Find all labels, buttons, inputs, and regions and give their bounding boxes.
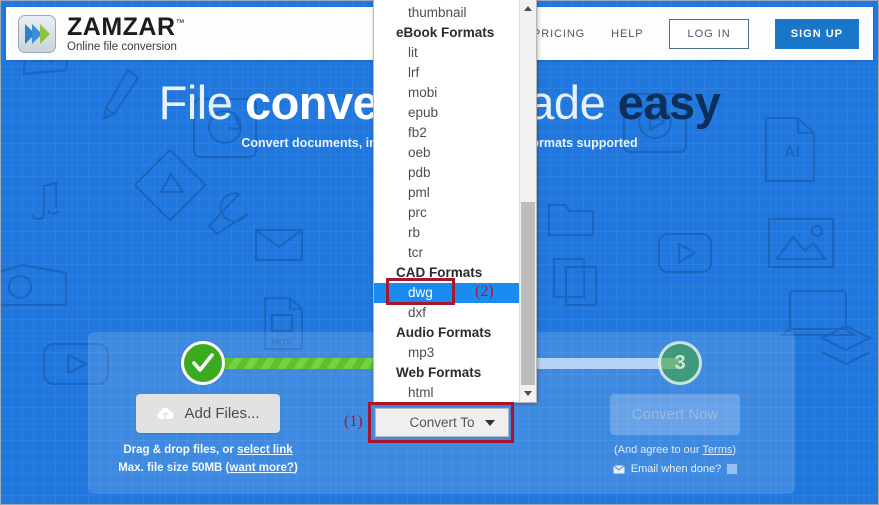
nav-item-pricing[interactable]: PRICING [533, 28, 585, 40]
brand-tagline: Online file conversion [67, 41, 177, 54]
format-group-header: Web Formats [396, 365, 482, 380]
green-check-icon [192, 353, 214, 372]
format-option[interactable]: thumbnail [374, 3, 519, 23]
login-button[interactable]: LOG IN [669, 18, 749, 49]
format-option[interactable]: oeb [374, 143, 519, 163]
format-options: thumbnail eBook Formats lit lrf mobi epub fb2 o… [374, 0, 519, 402]
format-group-header: CAD Formats [396, 265, 483, 280]
annotation-2-label: (2) [475, 283, 494, 300]
title-part-4: easy [617, 76, 721, 129]
step-3-badge: 3 [658, 341, 702, 385]
camera-icon [0, 263, 68, 307]
nav-item-help[interactable]: HELP [611, 28, 643, 40]
format-option[interactable]: prc [374, 203, 519, 223]
scroll-down-arrow-icon[interactable] [520, 385, 536, 402]
dropdown-scrollbar[interactable] [519, 0, 536, 402]
format-option[interactable]: mobi [374, 83, 519, 103]
envelope-bg-icon [254, 228, 304, 262]
format-dropdown-list[interactable]: thumbnail eBook Formats lit lrf mobi epub fb2 o… [373, 0, 537, 403]
brand-logo[interactable]: ZAMZAR™ Online file conversion [6, 14, 185, 53]
terms-post: ) [732, 444, 737, 456]
add-files-label: Add Files... [184, 405, 260, 422]
chevron-down-icon [485, 419, 495, 426]
convert-to-select[interactable]: Convert To [375, 408, 509, 437]
wrench-icon [207, 192, 248, 236]
stack-icon [819, 324, 873, 366]
step-1-complete-badge [181, 341, 225, 385]
format-option[interactable]: dxf [374, 303, 519, 323]
cloud-upload-icon [158, 407, 175, 419]
want-more-link[interactable]: want more? [229, 462, 294, 474]
folder-icon [547, 203, 595, 237]
format-option[interactable]: lrf [374, 63, 519, 83]
copy-files-icon [552, 257, 598, 307]
signup-button[interactable]: SIGN UP [774, 18, 859, 49]
email-when-done-row: Email when done? [555, 463, 795, 475]
format-group-header: Audio Formats [396, 325, 492, 340]
picture-frame-icon [767, 217, 835, 269]
convert-to-label: Convert To [409, 415, 475, 430]
title-part-1: File [158, 76, 245, 129]
double-chevron-logo-icon [18, 14, 56, 53]
hint-line-2-text: Max. file size 50MB ( [118, 461, 230, 474]
brand-word: ZAMZAR [67, 12, 176, 41]
format-option[interactable]: fb2 [374, 123, 519, 143]
format-option[interactable]: lit [374, 43, 519, 63]
video-play-icon-2 [657, 232, 713, 274]
terms-link[interactable]: Terms [702, 444, 732, 456]
title-part-3: ade [528, 76, 618, 129]
format-option[interactable]: dwg [374, 283, 519, 303]
step-3-column: Convert Now (And agree to our Terms) Ema… [555, 394, 795, 475]
trademark-symbol: ™ [175, 17, 186, 28]
format-option[interactable]: mp3 [374, 343, 519, 363]
terms-note: (And agree to our Terms) [555, 444, 795, 456]
scroll-up-arrow-icon[interactable] [520, 0, 536, 17]
music-note-icon [30, 181, 60, 221]
scrollbar-thumb[interactable] [521, 202, 535, 385]
upload-hints: Drag & drop files, or select link Max. f… [88, 442, 328, 478]
hint-line-1: Drag & drop files, or select link [88, 442, 328, 460]
annotation-1-label: (1) [344, 413, 363, 430]
subtitle-right: formats supported [527, 136, 638, 151]
envelope-icon [612, 464, 625, 473]
brand-name: ZAMZAR™ [67, 14, 185, 40]
select-link-link[interactable]: select link [237, 444, 293, 456]
terms-pre: (And agree to our [613, 444, 703, 456]
hint-line-1-text: Drag & drop files, or [123, 444, 238, 456]
step-3-number: 3 [674, 351, 686, 374]
format-option[interactable]: epub [374, 103, 519, 123]
hint-line-2: Max. file size 50MB (want more?) [88, 460, 328, 478]
format-option[interactable]: pdb [374, 163, 519, 183]
subtitle-left: Convert documents, ima [241, 136, 388, 151]
email-when-done-checkbox[interactable] [727, 464, 738, 474]
step-1-column: Add Files... Drag & drop files, or selec… [88, 394, 328, 478]
format-option[interactable]: pml [374, 183, 519, 203]
format-option[interactable]: rb [374, 223, 519, 243]
format-option[interactable]: html [374, 383, 519, 402]
format-option[interactable]: tcr [374, 243, 519, 263]
email-when-done-label: Email when done? [630, 463, 722, 475]
title-part-2: conve [244, 76, 379, 129]
convert-now-button[interactable]: Convert Now [609, 394, 741, 435]
hint-line-2-post: ) [293, 461, 298, 474]
format-group-header: eBook Formats [396, 25, 495, 40]
add-files-button[interactable]: Add Files... [136, 394, 280, 433]
